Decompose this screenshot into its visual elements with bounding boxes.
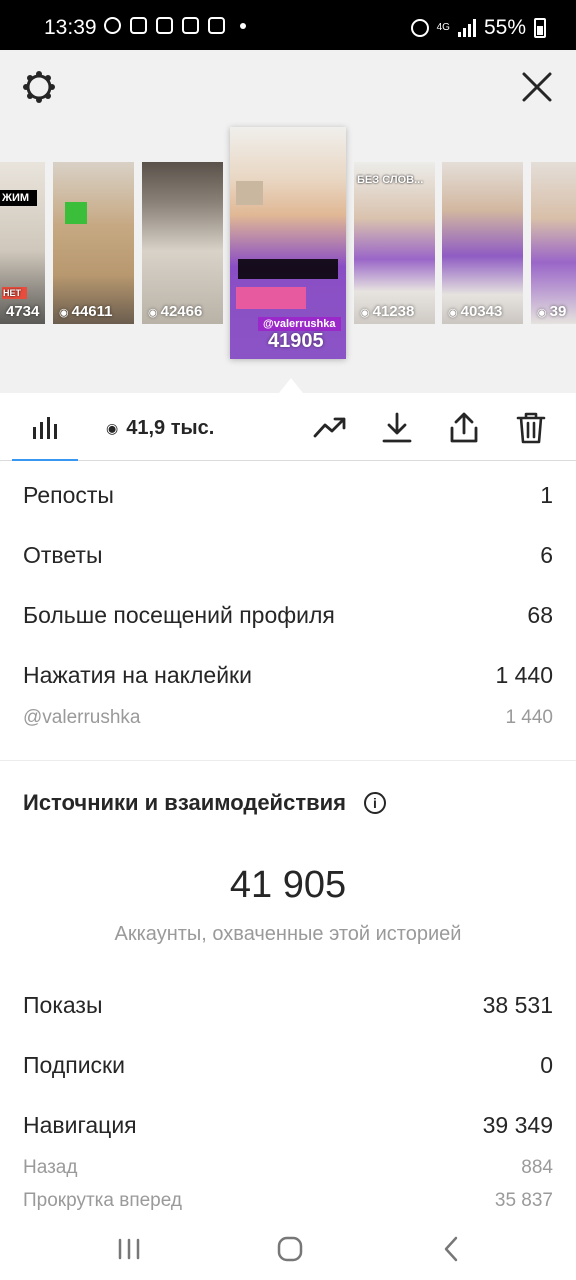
metric-row: Репосты 1 bbox=[23, 482, 553, 509]
story-image bbox=[236, 181, 263, 205]
story-views: 40343 bbox=[460, 303, 503, 320]
story-thumbnail[interactable]: ◉ 42466 bbox=[142, 162, 223, 324]
selection-pointer bbox=[279, 378, 303, 393]
story-thumbnail[interactable]: ◉ 39 bbox=[531, 162, 576, 324]
reach-value: 41 905 bbox=[229, 864, 347, 906]
sub-metric-value: 35 837 bbox=[494, 1190, 553, 1211]
more-notifications-icon bbox=[240, 23, 246, 29]
story-views: 42466 bbox=[160, 303, 203, 320]
metric-value: 6 bbox=[540, 542, 553, 568]
whatsapp-icon bbox=[104, 17, 121, 34]
story-thumbnail[interactable]: ◉ 44611 bbox=[53, 162, 134, 324]
metric-row: Навигация 39 349 bbox=[23, 1112, 553, 1139]
metric-label: Подписки bbox=[23, 1052, 125, 1078]
metric-row: Больше посещений профиля 68 bbox=[23, 602, 553, 629]
story-caption: БЕЗ СЛОВ... bbox=[357, 174, 424, 186]
back-button[interactable] bbox=[437, 1234, 467, 1264]
metric-label: Нажатия на наклейки bbox=[23, 662, 252, 688]
status-bar: 13:39 4G 55% bbox=[0, 0, 576, 50]
section-divider bbox=[0, 760, 576, 761]
instagram-icon bbox=[156, 17, 173, 34]
views-count: 41,9 тыс. bbox=[126, 417, 215, 439]
metric-label: Репосты bbox=[23, 482, 114, 508]
sub-metric-row: Назад 884 bbox=[23, 1157, 553, 1179]
settings-button[interactable] bbox=[20, 68, 58, 106]
viewers-button[interactable]: ◉ 41,9 тыс. bbox=[106, 417, 214, 440]
sub-metric-label: Прокрутка вперед bbox=[23, 1190, 182, 1211]
metric-value: 39 349 bbox=[482, 1112, 553, 1138]
sticker-row: @valerrushka 1 440 bbox=[23, 707, 553, 729]
share-button[interactable] bbox=[447, 411, 481, 445]
network-type: 4G bbox=[436, 22, 450, 33]
eye-icon: ◉ bbox=[59, 307, 69, 319]
metric-label: Показы bbox=[23, 992, 103, 1018]
alarm-icon bbox=[410, 19, 429, 37]
app-icon bbox=[182, 17, 199, 34]
eye-icon: ◉ bbox=[106, 420, 119, 436]
eye-icon: ◉ bbox=[360, 307, 370, 319]
metric-row: Ответы 6 bbox=[23, 542, 553, 569]
mention-sticker: @valerrushka bbox=[258, 317, 341, 331]
metric-value: 38 531 bbox=[482, 992, 553, 1018]
story-thumbnail[interactable]: ЖИМ НЕТ 4734 bbox=[0, 162, 45, 324]
metric-row: Нажатия на наклейки 1 440 bbox=[23, 662, 553, 689]
eye-icon: ◉ bbox=[448, 307, 458, 319]
story-caption bbox=[238, 259, 338, 279]
story-toolbar: ◉ 41,9 тыс. bbox=[0, 393, 576, 461]
recent-apps-button[interactable] bbox=[114, 1234, 144, 1264]
sticker-value: 1 440 bbox=[505, 707, 553, 728]
insights-tab[interactable] bbox=[12, 393, 78, 461]
notification-icons bbox=[104, 17, 246, 34]
metric-label: Больше посещений профиля bbox=[23, 602, 335, 628]
download-button[interactable] bbox=[380, 411, 414, 445]
section-title-text: Источники и взаимодействия bbox=[23, 790, 346, 815]
story-thumbnail[interactable]: ◉ 40343 bbox=[442, 162, 523, 324]
sub-metric-label: Назад bbox=[23, 1157, 78, 1178]
metric-row: Показы 38 531 bbox=[23, 992, 553, 1019]
metric-label: Навигация bbox=[23, 1112, 137, 1138]
promote-button[interactable] bbox=[313, 411, 347, 445]
battery-percent: 55% bbox=[483, 16, 526, 39]
metric-value: 1 bbox=[540, 482, 553, 508]
android-nav-bar bbox=[0, 1218, 576, 1280]
close-button[interactable] bbox=[518, 68, 556, 106]
sticker-label: @valerrushka bbox=[23, 707, 141, 728]
story-thumbnail[interactable]: БЕЗ СЛОВ... ◉ 41238 bbox=[354, 162, 435, 324]
sub-metric-row: Прокрутка вперед 35 837 bbox=[23, 1190, 553, 1212]
metric-value: 68 bbox=[527, 602, 553, 628]
bar-chart-icon bbox=[33, 417, 57, 439]
story-views: 44611 bbox=[71, 303, 113, 320]
story-views: 41905 bbox=[268, 330, 324, 352]
metric-label: Ответы bbox=[23, 542, 103, 568]
metric-value: 0 bbox=[540, 1052, 553, 1078]
delete-button[interactable] bbox=[514, 411, 548, 445]
signal-icon bbox=[457, 19, 476, 37]
eye-icon: ◉ bbox=[148, 307, 158, 319]
metric-value: 1 440 bbox=[495, 662, 553, 688]
story-views: 39 bbox=[549, 303, 567, 320]
sub-metric-value: 884 bbox=[521, 1157, 553, 1178]
story-views: 4734 bbox=[6, 303, 40, 320]
home-button[interactable] bbox=[275, 1234, 305, 1264]
instagram-icon bbox=[130, 17, 147, 34]
status-time: 13:39 bbox=[44, 16, 97, 39]
story-thumbnail-selected[interactable]: @valerrushka 41905 bbox=[230, 127, 346, 359]
info-icon[interactable]: i bbox=[363, 792, 386, 814]
section-title: Источники и взаимодействия i bbox=[23, 790, 386, 816]
reach-label: Аккаунты, охваченные этой историей bbox=[114, 923, 462, 945]
story-views: 41238 bbox=[372, 303, 415, 320]
checkbox-icon bbox=[208, 17, 225, 34]
battery-icon bbox=[534, 18, 546, 38]
story-caption bbox=[236, 287, 306, 309]
eye-icon: ◉ bbox=[537, 307, 547, 319]
metric-row: Подписки 0 bbox=[23, 1052, 553, 1079]
